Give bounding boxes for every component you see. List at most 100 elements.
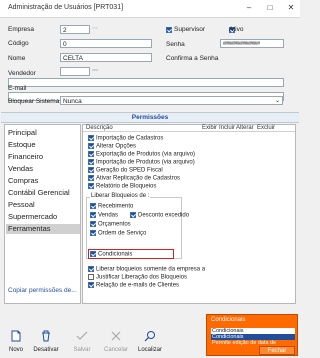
category-item[interactable]: Contábil Gerencial bbox=[8, 188, 70, 197]
localizar-button[interactable]: Localizar bbox=[136, 328, 164, 358]
permission-checkbox[interactable] bbox=[88, 167, 94, 173]
empresa-lookup-icon[interactable]: ⋯ bbox=[92, 25, 98, 32]
liberar-checkbox[interactable] bbox=[90, 212, 96, 218]
supervisor-label: Supervisor bbox=[174, 26, 206, 33]
salvar-button[interactable]: Salvar bbox=[68, 328, 96, 358]
x-icon bbox=[111, 331, 121, 341]
close-button[interactable]: ✕ bbox=[284, 2, 298, 14]
trash-icon bbox=[42, 330, 50, 342]
extra-checkbox[interactable] bbox=[88, 282, 94, 288]
confirma-label: Confirma a Senha bbox=[166, 55, 219, 62]
permission-checkbox[interactable] bbox=[88, 159, 94, 165]
extra-row[interactable]: Liberar bloqueios somente da empresa a bbox=[88, 266, 205, 273]
permission-row[interactable]: Importação de Produtos (via arquivo) bbox=[88, 159, 195, 166]
category-item[interactable]: Financeiro bbox=[8, 152, 43, 161]
empresa-label: Empresa bbox=[8, 26, 35, 33]
bloquear-label: Bloquear Sistema bbox=[8, 98, 60, 105]
cancelar-button[interactable]: Cancelar bbox=[102, 328, 130, 358]
permission-row[interactable]: Importação de Cadastros bbox=[88, 135, 163, 142]
nome-label: Nome bbox=[8, 55, 26, 62]
new-document-icon bbox=[11, 330, 21, 342]
desativar-label: Desativar bbox=[33, 347, 59, 353]
senha-field[interactable]: ################ bbox=[220, 39, 284, 48]
permission-label: Exportação de Produtos (via arquivo) bbox=[96, 151, 196, 158]
maximize-button[interactable]: □ bbox=[263, 2, 277, 14]
permission-label: Importação de Produtos (via arquivo) bbox=[96, 159, 195, 166]
confirma-field[interactable] bbox=[220, 53, 284, 62]
bloquear-select[interactable]: Nunca ⌄ bbox=[60, 96, 283, 105]
email-label: E-mail bbox=[8, 85, 27, 92]
permission-row[interactable]: Alterar Opções bbox=[88, 143, 136, 150]
permission-checkbox[interactable] bbox=[88, 183, 94, 189]
extra-checkbox[interactable] bbox=[88, 274, 94, 280]
novo-button[interactable]: Novo bbox=[2, 328, 30, 358]
vendedor-field[interactable] bbox=[60, 67, 90, 76]
extra-row[interactable]: Justificar Liberação dos Bloqueios bbox=[88, 274, 187, 281]
category-item[interactable]: Pessoal bbox=[8, 200, 35, 209]
permission-checkbox[interactable] bbox=[88, 143, 94, 149]
extra-label: Relação de e-mails de Clientes bbox=[96, 282, 180, 289]
permission-checkbox[interactable] bbox=[88, 151, 94, 157]
permission-label: Geração do SPED Fiscal bbox=[96, 167, 163, 174]
checkmark-icon bbox=[76, 331, 88, 340]
category-list: Principal Estoque Financeiro Vendas Comp… bbox=[4, 124, 81, 304]
category-item-selected[interactable]: Ferramentas bbox=[8, 224, 51, 233]
liberar-row[interactable]: Ordem de Serviço bbox=[90, 230, 146, 237]
liberar-row[interactable]: Vendas bbox=[90, 212, 118, 219]
permission-row[interactable]: Ativar Replicação de Cadastros bbox=[88, 175, 180, 182]
salvar-label: Salvar bbox=[73, 347, 91, 353]
title-bar: Administração de Usuários [PRT031] – □ ✕ bbox=[0, 0, 300, 18]
bottom-toolbar: Novo Desativar Salvar Cancelar Localizar bbox=[0, 328, 205, 358]
category-item[interactable]: Vendas bbox=[8, 164, 33, 173]
permission-row[interactable]: Geração do SPED Fiscal bbox=[88, 167, 163, 174]
vendedor-name-field[interactable] bbox=[8, 78, 284, 87]
permission-checkbox[interactable] bbox=[88, 135, 94, 141]
extra-checkbox[interactable] bbox=[88, 266, 94, 272]
popup-title: Condicionais bbox=[211, 317, 246, 323]
liberar-checkbox[interactable] bbox=[90, 203, 96, 209]
codigo-field[interactable]: 0 bbox=[60, 39, 152, 48]
extra-label: Justificar Liberação dos Bloqueios bbox=[96, 274, 188, 281]
liberar-row[interactable]: Desconto excedido bbox=[130, 212, 189, 219]
bloquear-value: Nunca bbox=[63, 98, 82, 105]
extra-row[interactable]: Relação de e-mails de Clientes bbox=[88, 282, 179, 289]
vendedor-lookup-icon[interactable]: ⋯ bbox=[92, 67, 98, 74]
liberar-label: Orçamentos bbox=[98, 221, 131, 228]
vendedor-label: Vendedor bbox=[8, 70, 36, 77]
category-item[interactable]: Supermercado bbox=[8, 212, 57, 221]
category-item[interactable]: Principal bbox=[8, 128, 37, 137]
permission-row[interactable]: Relatório de Bloqueios bbox=[88, 183, 156, 190]
permissions-header: Permissões bbox=[1, 112, 299, 123]
liberar-checkbox[interactable] bbox=[90, 221, 96, 227]
fechar-button[interactable]: Fechar bbox=[259, 346, 295, 355]
highlight-box bbox=[88, 249, 174, 259]
desativar-button[interactable]: Desativar bbox=[32, 328, 60, 358]
minimize-button[interactable]: – bbox=[242, 2, 256, 14]
nome-field[interactable]: CELTA bbox=[60, 53, 152, 62]
liberar-row[interactable]: Orçamentos bbox=[90, 221, 131, 228]
liberar-label: Desconto excedido bbox=[138, 212, 190, 219]
chevron-down-icon: ⌄ bbox=[274, 98, 280, 104]
permission-checkbox[interactable] bbox=[88, 175, 94, 181]
search-icon bbox=[144, 331, 155, 342]
permission-label: Ativar Replicação de Cadastros bbox=[96, 175, 181, 182]
permission-row[interactable]: Exportação de Produtos (via arquivo) bbox=[88, 151, 195, 158]
supervisor-checkbox[interactable] bbox=[166, 27, 172, 34]
category-item[interactable]: Estoque bbox=[8, 140, 36, 149]
liberar-title: Liberar Bloqueios de : bbox=[90, 193, 151, 199]
category-item[interactable]: Compras bbox=[8, 176, 38, 185]
permission-label: Alterar Opções bbox=[96, 143, 137, 150]
codigo-label: Código bbox=[8, 40, 29, 47]
permission-label: Relatório de Bloqueios bbox=[96, 183, 157, 190]
permission-label: Importação de Cadastros bbox=[96, 135, 164, 142]
copy-permissions-link[interactable]: Copiar permissões de... bbox=[8, 287, 77, 294]
senha-label: Senha bbox=[166, 41, 185, 48]
localizar-label: Localizar bbox=[137, 347, 162, 353]
liberar-label: Vendas bbox=[98, 212, 119, 219]
liberar-checkbox[interactable] bbox=[130, 212, 136, 218]
liberar-row[interactable]: Recebimento bbox=[90, 203, 133, 210]
condicionais-popup: Condicionais Condicionais Condicionais P… bbox=[206, 314, 298, 356]
liberar-checkbox[interactable] bbox=[90, 230, 96, 236]
window-title: Administração de Usuários [PRT031] bbox=[8, 4, 124, 11]
empresa-field[interactable]: 2 bbox=[60, 25, 90, 34]
